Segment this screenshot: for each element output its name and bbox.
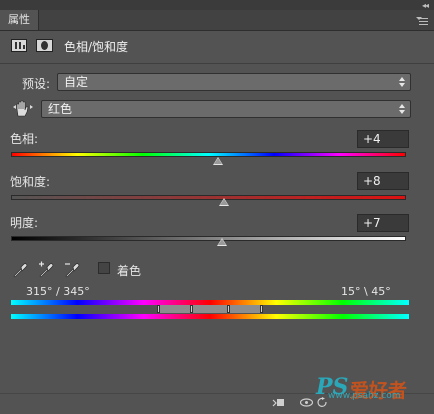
- saturation-input[interactable]: +8: [357, 172, 409, 190]
- channel-value: 红色: [48, 102, 73, 116]
- clip-to-layer-icon[interactable]: [272, 397, 285, 408]
- properties-header: 色相/饱和度: [0, 31, 434, 61]
- eyedropper-icon[interactable]: [12, 261, 28, 279]
- hue-label: 色相:: [10, 132, 39, 146]
- eyedropper-plus-icon[interactable]: [38, 261, 54, 279]
- panel-title: 色相/饱和度: [64, 40, 129, 54]
- colorize-label: 着色: [117, 264, 142, 278]
- watermark-url: www.psahz.com: [328, 391, 401, 401]
- hue-slider-thumb[interactable]: [213, 157, 224, 165]
- panel-menu-icon[interactable]: [416, 16, 428, 25]
- range-slider-right-outer[interactable]: [260, 305, 263, 313]
- collapse-panel-icon[interactable]: ◂◂: [422, 1, 429, 10]
- colorize-checkbox[interactable]: [98, 262, 110, 274]
- range-slider-left-inner[interactable]: [190, 305, 193, 313]
- preset-dropdown[interactable]: 自定: [57, 73, 411, 91]
- tab-properties[interactable]: 属性: [0, 10, 39, 30]
- lightness-input[interactable]: +7: [357, 214, 409, 232]
- dropdown-arrows-icon: [399, 103, 406, 115]
- lightness-slider-thumb[interactable]: [217, 238, 228, 246]
- color-range-selection[interactable]: [158, 305, 262, 313]
- dropdown-arrows-icon: [399, 76, 406, 88]
- saturation-slider-thumb[interactable]: [219, 198, 230, 206]
- eyedropper-minus-icon[interactable]: [64, 261, 80, 279]
- range-slider-right-inner[interactable]: [227, 305, 230, 313]
- preset-label: 预设:: [22, 77, 51, 91]
- saturation-label: 饱和度:: [10, 175, 51, 189]
- layer-mask-icon[interactable]: [36, 39, 53, 52]
- panel-tab-bar: 属性: [0, 10, 434, 31]
- hue-input[interactable]: +4: [357, 130, 409, 148]
- targeted-adjustment-hand-icon[interactable]: [13, 100, 33, 118]
- hue-saturation-adjustment-icon[interactable]: [11, 39, 27, 52]
- range-slider-left-outer[interactable]: [157, 305, 160, 313]
- view-previous-icon[interactable]: [300, 397, 313, 408]
- panel-top-strip: ◂◂: [0, 0, 434, 10]
- saturation-slider-track[interactable]: [11, 195, 406, 200]
- range-right-text: 15° \ 45°: [341, 285, 391, 298]
- color-range-bar-bottom: [11, 314, 409, 319]
- channel-dropdown[interactable]: 红色: [41, 100, 411, 118]
- preset-value: 自定: [64, 75, 89, 89]
- range-left-text: 315° / 345°: [26, 285, 90, 298]
- header-divider: [0, 63, 434, 64]
- lightness-slider-track[interactable]: [11, 236, 406, 241]
- hue-slider-track[interactable]: [11, 152, 406, 157]
- lightness-label: 明度:: [10, 216, 39, 230]
